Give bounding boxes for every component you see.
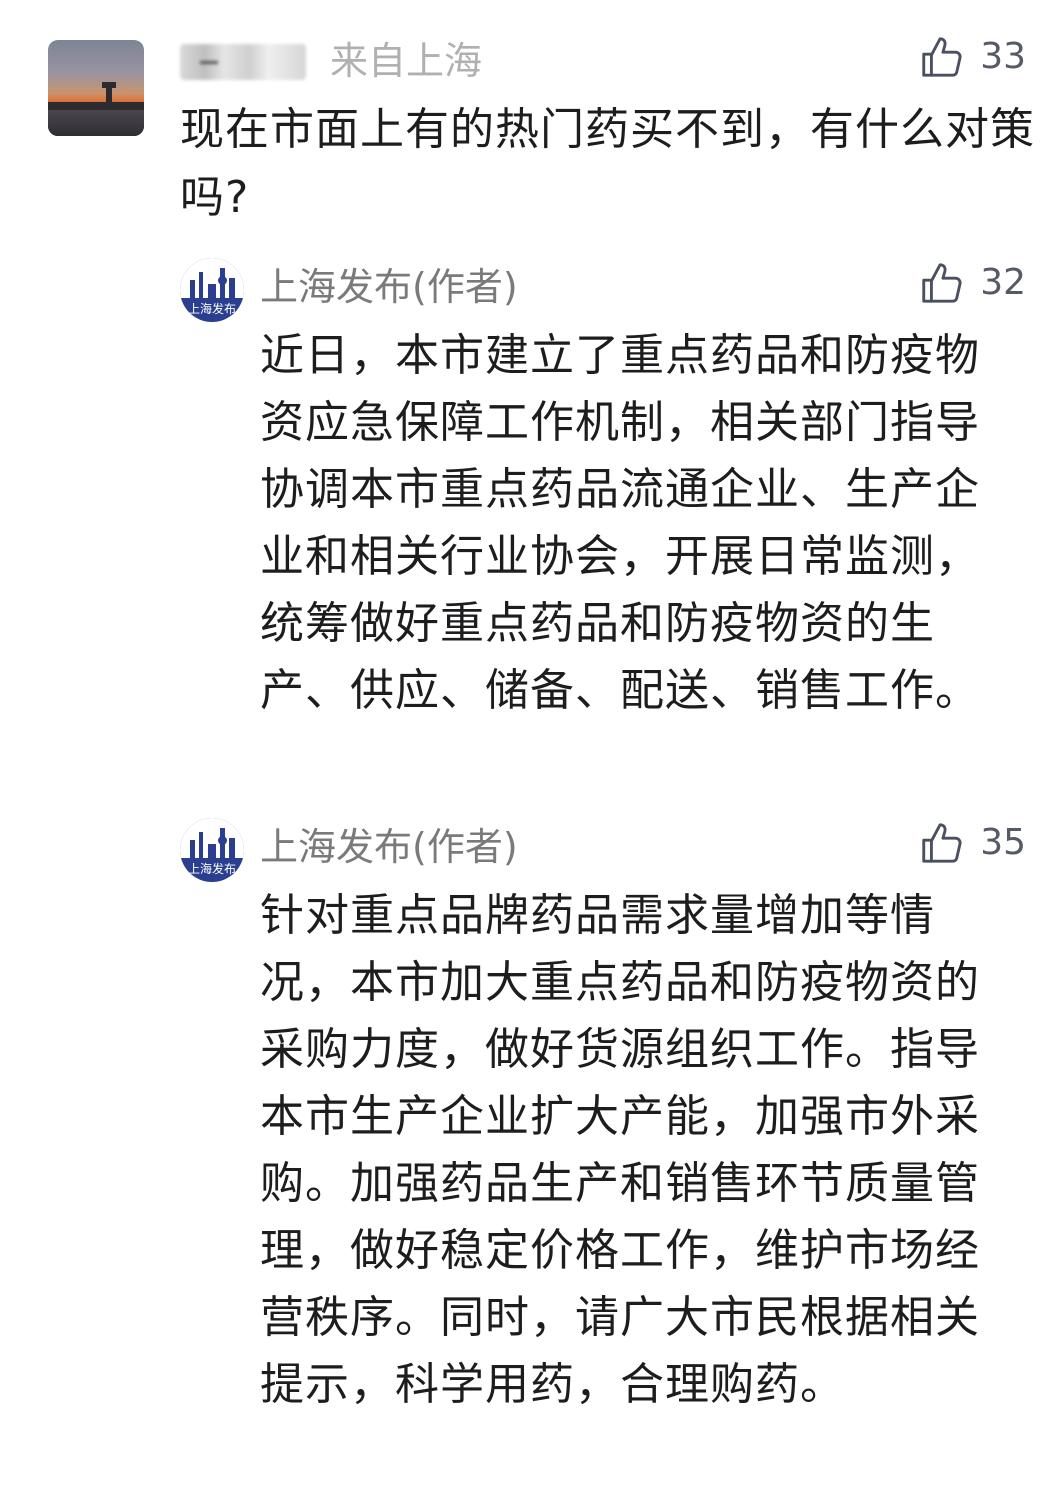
like-count: 33 bbox=[980, 36, 1026, 77]
author-avatar[interactable]: 上海发布 bbox=[180, 818, 244, 882]
like-count: 32 bbox=[980, 262, 1026, 303]
like-button[interactable]: 32 bbox=[918, 258, 1026, 308]
username-text: 一 bbox=[200, 61, 218, 64]
thumbs-up-icon bbox=[922, 263, 962, 303]
username-blurred[interactable]: 一 bbox=[180, 44, 306, 80]
like-button[interactable]: 33 bbox=[918, 32, 1026, 82]
comment-text: 现在市面上有的热门药买不到，有什么对策吗? bbox=[180, 104, 1035, 223]
reply-author[interactable]: 上海发布(作者) bbox=[260, 264, 518, 310]
reply-author[interactable]: 上海发布(作者) bbox=[260, 824, 518, 870]
author-avatar[interactable]: 上海发布 bbox=[180, 258, 244, 322]
like-count: 35 bbox=[980, 822, 1026, 863]
avatar-logo-text: 上海发布 bbox=[187, 862, 236, 876]
like-button[interactable]: 35 bbox=[918, 818, 1026, 868]
reply-text: 针对重点品牌药品需求量增加等情况，本市加大重点药品和防疫物资的采购力度，做好货源… bbox=[260, 890, 980, 1410]
avatar-logo-text: 上海发布 bbox=[187, 302, 236, 316]
comment-location: 来自上海 bbox=[330, 39, 483, 83]
reply-text: 近日，本市建立了重点药品和防疫物资应急保障工作机制，相关部门指导协调本市重点药品… bbox=[260, 330, 980, 716]
thumbs-up-icon bbox=[922, 37, 962, 77]
comment-thread: 一 来自上海 33 现在市面上有的热门药买不到，有什么对策吗? 上海发布 上海发… bbox=[0, 0, 1060, 1495]
user-avatar[interactable] bbox=[48, 40, 144, 136]
thumbs-up-icon bbox=[922, 823, 962, 863]
